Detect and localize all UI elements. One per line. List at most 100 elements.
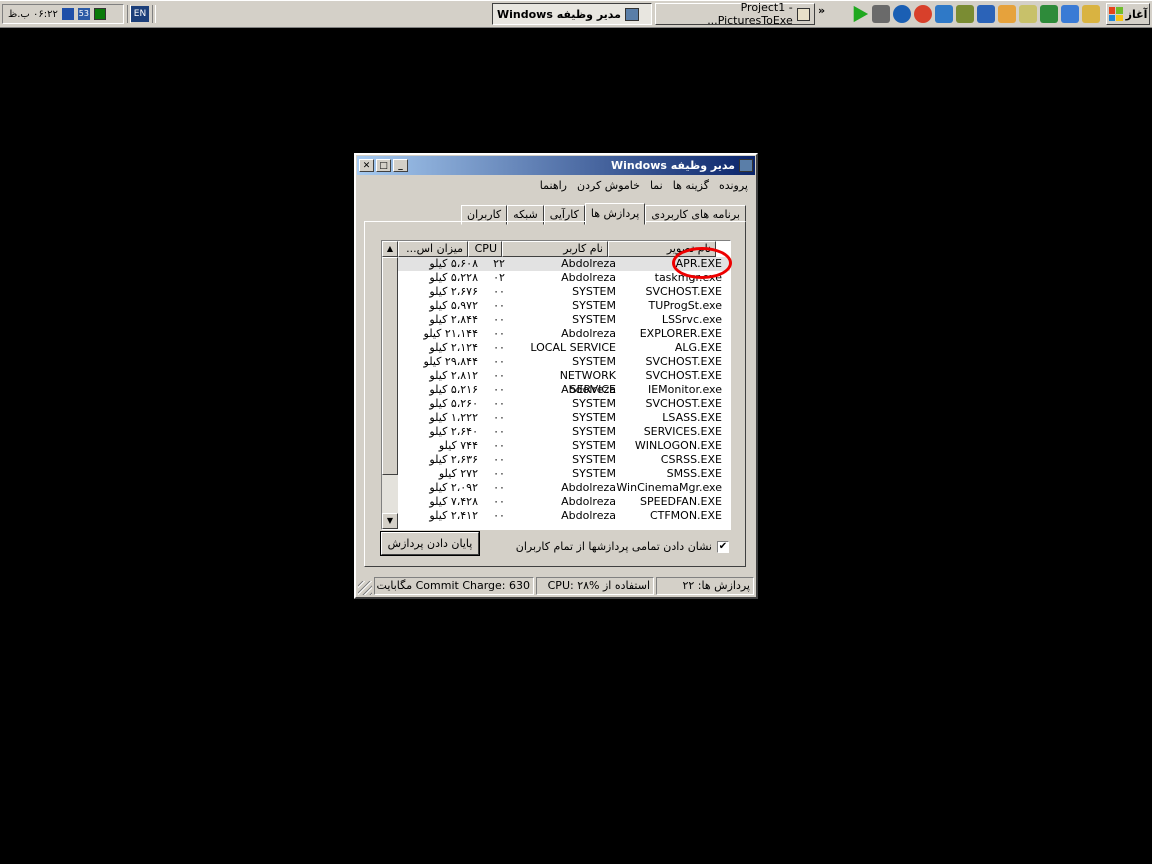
end-process-button[interactable]: پايان دادن پردازش bbox=[380, 531, 480, 556]
process-cpu: ۰۰ bbox=[493, 425, 505, 438]
process-user: SYSTEM bbox=[572, 299, 616, 312]
status-bar: پردازش ها: ۲۲ استفاده از CPU: ۲۸% Commit… bbox=[358, 577, 754, 595]
process-list[interactable]: ▲ ▼ نام تصوير نام کاربر CPU ميزان اس... … bbox=[381, 240, 732, 530]
process-user: SYSTEM bbox=[572, 439, 616, 452]
app-icon[interactable] bbox=[956, 5, 974, 23]
process-name: ALG.EXE bbox=[674, 341, 722, 354]
process-user: SYSTEM bbox=[572, 453, 616, 466]
table-row[interactable]: CSRSS.EXE SYSTEM ۰۰ ۲،۶۳۶ کيلو bbox=[398, 453, 730, 467]
show-all-processes[interactable]: ✔ نشان دادن تمامی پردازشها از تمام کاربر… bbox=[516, 540, 729, 553]
clock[interactable]: ۰۶:۲۲ ب.ظ bbox=[8, 9, 58, 20]
b-icon[interactable] bbox=[893, 5, 911, 23]
app-icon[interactable] bbox=[872, 5, 890, 23]
chevron-icon[interactable]: » bbox=[818, 4, 825, 17]
table-row[interactable]: LSASS.EXE SYSTEM ۰۰ ۱،۲۲۲ کيلو bbox=[398, 411, 730, 425]
column-mem-usage[interactable]: ميزان اس... bbox=[398, 241, 468, 257]
play-icon[interactable] bbox=[853, 5, 869, 23]
task-button-picturestoexe[interactable]: Project1 - PicturesToExe... bbox=[655, 1, 815, 27]
tab-processes[interactable]: پردازش ها bbox=[584, 203, 646, 225]
task-manager-icon bbox=[624, 7, 639, 21]
resize-grip-icon[interactable] bbox=[358, 581, 372, 595]
process-user: Abdolreza bbox=[561, 495, 616, 508]
media-icon[interactable] bbox=[61, 8, 74, 20]
table-row[interactable]: SVCHOST.EXE NETWORK SERVICE ۰۰ ۲،۸۱۲ کيلو bbox=[398, 369, 730, 396]
process-name: WINLOGON.EXE bbox=[634, 439, 722, 452]
process-name: WinCinemaMgr.exe bbox=[616, 481, 722, 494]
scroll-thumb[interactable] bbox=[382, 257, 398, 475]
table-row[interactable]: LSSrvc.exe SYSTEM ۰۰ ۲،۸۴۴ کيلو bbox=[398, 313, 730, 327]
chrome-icon[interactable] bbox=[914, 5, 932, 23]
column-image-name[interactable]: نام تصوير bbox=[608, 241, 716, 257]
table-row[interactable]: WINLOGON.EXE SYSTEM ۰۰ ۷۴۴ کيلو bbox=[398, 439, 730, 453]
column-cpu[interactable]: CPU bbox=[468, 241, 502, 257]
list-header: نام تصوير نام کاربر CPU ميزان اس... bbox=[398, 241, 716, 257]
task-manager-tray-icon[interactable] bbox=[93, 8, 106, 20]
process-user: Abdolreza bbox=[561, 327, 616, 340]
app-icon[interactable] bbox=[1082, 5, 1100, 23]
process-name: SMSS.EXE bbox=[666, 467, 722, 480]
shield-icon[interactable] bbox=[977, 5, 995, 23]
arrow-icon[interactable] bbox=[998, 5, 1016, 23]
globe-icon[interactable] bbox=[1061, 5, 1079, 23]
table-row[interactable]: WinCinemaMgr.exe Abdolreza ۰۰ ۲،۰۹۲ کيلو bbox=[398, 481, 730, 495]
process-mem: ۵،۶۰۸ کيلو bbox=[429, 257, 478, 270]
process-cpu: ۰۰ bbox=[493, 299, 505, 312]
process-cpu: ۰۰ bbox=[493, 467, 505, 480]
table-row[interactable]: SMSS.EXE SYSTEM ۰۰ ۲۷۲ کيلو bbox=[398, 467, 730, 481]
table-row[interactable]: taskmgr.exe Abdolreza ۰۲ ۵،۲۲۸ کيلو bbox=[398, 271, 730, 285]
table-row[interactable]: IEMonitor.exe Abdolreza ۰۰ ۵،۲۱۶ کيلو bbox=[398, 383, 730, 397]
process-name: LSSrvc.exe bbox=[661, 313, 722, 326]
table-row[interactable]: EXPLORER.EXE Abdolreza ۰۰ ۲۱،۱۴۴ کيلو bbox=[398, 327, 730, 341]
process-cpu: ۰۲ bbox=[493, 271, 505, 284]
process-cpu: ۲۲ bbox=[493, 257, 505, 270]
table-row[interactable]: CTFMON.EXE Abdolreza ۰۰ ۲،۴۱۲ کيلو bbox=[398, 509, 730, 523]
table-row[interactable]: SVCHOST.EXE SYSTEM ۰۰ ۵،۲۶۰ کيلو bbox=[398, 397, 730, 411]
process-mem: ۱،۲۲۲ کيلو bbox=[429, 411, 478, 424]
process-name: CSRSS.EXE bbox=[660, 453, 722, 466]
task-manager-icon bbox=[739, 159, 753, 172]
menu-view[interactable]: نما bbox=[650, 179, 663, 192]
minimize-icon[interactable]: _ bbox=[393, 159, 408, 172]
start-button[interactable]: آغاز bbox=[1106, 3, 1150, 25]
a-icon[interactable] bbox=[935, 5, 953, 23]
menu-help[interactable]: راهنما bbox=[540, 179, 567, 192]
checkbox-checked-icon[interactable]: ✔ bbox=[717, 540, 729, 553]
vertical-scrollbar[interactable]: ▲ ▼ bbox=[382, 241, 398, 529]
task-button-task-manager[interactable]: مدير وظيفه Windows bbox=[492, 3, 652, 25]
process-user: SYSTEM bbox=[572, 313, 616, 326]
process-name: TUProgSt.exe bbox=[648, 299, 722, 312]
process-cpu: ۰۰ bbox=[493, 509, 505, 522]
menu-shutdown[interactable]: خاموش کردن bbox=[577, 179, 640, 192]
process-name: LSASS.EXE bbox=[662, 411, 722, 424]
table-row[interactable]: SERVICES.EXE SYSTEM ۰۰ ۲،۶۴۰ کيلو bbox=[398, 425, 730, 439]
process-user: SYSTEM bbox=[572, 425, 616, 438]
column-user-name[interactable]: نام کاربر bbox=[502, 241, 608, 257]
task-manager-window: مدير وظيفه Windows ✕ □ _ پرونده گزينه ها… bbox=[354, 153, 758, 599]
maximize-icon[interactable]: □ bbox=[376, 159, 391, 172]
pictures-icon bbox=[796, 7, 810, 21]
pen-icon[interactable] bbox=[1019, 5, 1037, 23]
process-cpu: ۰۰ bbox=[493, 481, 505, 494]
table-row[interactable]: SVCHOST.EXE SYSTEM ۰۰ ۲۹،۸۴۴ کيلو bbox=[398, 355, 730, 369]
table-row[interactable]: TUProgSt.exe SYSTEM ۰۰ ۵،۹۷۲ کيلو bbox=[398, 299, 730, 313]
menu-file[interactable]: پرونده bbox=[719, 179, 748, 192]
table-row[interactable]: SPEEDFAN.EXE Abdolreza ۰۰ ۷،۴۲۸ کيلو bbox=[398, 495, 730, 509]
process-mem: ۲۷۲ کيلو bbox=[438, 467, 478, 480]
scroll-down-icon[interactable]: ▼ bbox=[382, 513, 398, 529]
menu-options[interactable]: گزينه ها bbox=[673, 179, 709, 192]
monitor-icon[interactable]: 53 bbox=[77, 8, 90, 20]
table-row[interactable]: SVCHOST.EXE SYSTEM ۰۰ ۲،۶۷۶ کيلو bbox=[398, 285, 730, 299]
process-mem: ۵،۲۶۰ کيلو bbox=[429, 397, 478, 410]
status-commit: Commit Charge: 630 مگابايت / bbox=[374, 577, 534, 595]
app-icon[interactable] bbox=[1040, 5, 1058, 23]
close-icon[interactable]: ✕ bbox=[359, 159, 374, 172]
scroll-up-icon[interactable]: ▲ bbox=[382, 241, 398, 257]
table-row[interactable]: APR.EXE Abdolreza ۲۲ ۵،۶۰۸ کيلو bbox=[398, 257, 730, 271]
language-indicator[interactable]: EN bbox=[131, 6, 149, 22]
title-bar[interactable]: مدير وظيفه Windows ✕ □ _ bbox=[357, 156, 755, 175]
processes-panel: ▲ ▼ نام تصوير نام کاربر CPU ميزان اس... … bbox=[364, 221, 746, 567]
process-name: EXPLORER.EXE bbox=[639, 327, 722, 340]
table-row[interactable]: ALG.EXE LOCAL SERVICE ۰۰ ۲،۱۲۴ کيلو bbox=[398, 341, 730, 355]
quick-launch bbox=[851, 5, 1100, 23]
taskbar: آغاز » Project1 - PicturesToExe... مدير … bbox=[0, 0, 1152, 28]
